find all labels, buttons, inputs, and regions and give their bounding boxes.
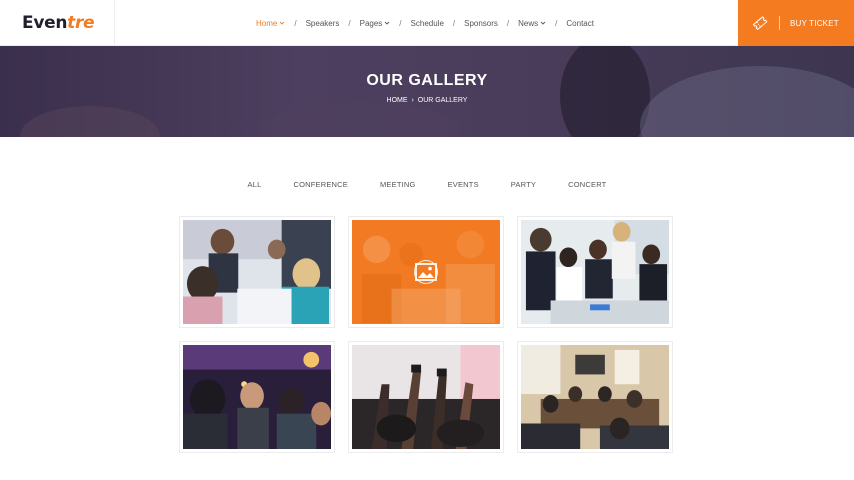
nav-pages-label: Pages bbox=[359, 18, 383, 28]
gallery-photo-hovered bbox=[352, 220, 500, 324]
logo-container[interactable]: Eventre bbox=[0, 0, 115, 46]
chevron-down-icon bbox=[279, 20, 285, 26]
chevron-down-icon bbox=[540, 20, 546, 26]
nav-contact[interactable]: Contact bbox=[566, 19, 594, 28]
nav-home-label: Home bbox=[256, 18, 278, 28]
breadcrumb: HOME › OUR GALLERY bbox=[0, 97, 854, 104]
banner-bg-shape bbox=[260, 101, 460, 137]
filter-concert[interactable]: CONCERT bbox=[568, 180, 606, 189]
nav-schedule-label: Schedule bbox=[410, 18, 444, 28]
nav-separator: / bbox=[506, 18, 510, 28]
filter-all[interactable]: ALL bbox=[248, 180, 262, 189]
nav-home[interactable]: Home bbox=[256, 19, 285, 28]
filter-meeting[interactable]: MEETING bbox=[380, 180, 416, 189]
image-icon[interactable] bbox=[414, 260, 438, 284]
breadcrumb-current: OUR GALLERY bbox=[417, 97, 468, 104]
gallery-item[interactable] bbox=[348, 341, 504, 453]
page-title: OUR GALLERY bbox=[366, 72, 488, 89]
buy-ticket-button[interactable]: BUY TICKET bbox=[738, 0, 854, 46]
nav-sponsors[interactable]: Sponsors bbox=[464, 19, 498, 28]
nav-news-label: News bbox=[518, 18, 539, 28]
breadcrumb-home[interactable]: HOME bbox=[387, 97, 408, 104]
concert-photo bbox=[352, 345, 500, 449]
site-header: Eventre Home / Speakers / Pages / Schedu… bbox=[0, 0, 854, 46]
nav-pages[interactable]: Pages bbox=[360, 19, 391, 28]
page-banner: OUR GALLERY HOME › OUR GALLERY bbox=[0, 46, 854, 137]
gallery-item[interactable] bbox=[179, 216, 335, 328]
chevron-down-icon bbox=[384, 20, 390, 26]
filter-conference[interactable]: CONFERENCE bbox=[293, 180, 348, 189]
nav-schedule[interactable]: Schedule bbox=[411, 19, 444, 28]
logo[interactable]: Eventre bbox=[22, 13, 95, 33]
party-photo bbox=[183, 345, 331, 449]
gallery-item[interactable] bbox=[517, 216, 673, 328]
gallery-item[interactable] bbox=[179, 341, 335, 453]
meeting-photo bbox=[521, 220, 669, 324]
nav-separator: / bbox=[399, 18, 402, 28]
gallery-filters: ALL CONFERENCE MEETING EVENTS PARTY CONC… bbox=[0, 180, 854, 189]
main-nav: Home / Speakers / Pages / Schedule / Spo… bbox=[256, 0, 594, 46]
nav-news[interactable]: News bbox=[518, 19, 546, 28]
breadcrumb-separator: › bbox=[411, 97, 414, 104]
banner-bg-shape bbox=[20, 106, 160, 137]
nav-separator: / bbox=[452, 18, 456, 28]
conference-photo bbox=[183, 220, 331, 324]
nav-separator: / bbox=[555, 18, 558, 28]
logo-accent: tre bbox=[67, 13, 95, 33]
filter-events[interactable]: EVENTS bbox=[448, 180, 479, 189]
logo-main: Even bbox=[22, 13, 68, 33]
nav-sponsors-label: Sponsors bbox=[464, 18, 498, 28]
nav-contact-label: Contact bbox=[566, 18, 594, 28]
nav-separator: / bbox=[348, 18, 351, 28]
filter-party[interactable]: PARTY bbox=[511, 180, 536, 189]
button-divider bbox=[779, 16, 780, 30]
gallery-item[interactable] bbox=[348, 216, 504, 328]
seminar-photo bbox=[521, 345, 669, 449]
banner-bg-shape bbox=[560, 46, 650, 137]
ticket-icon bbox=[752, 15, 768, 31]
nav-separator: / bbox=[294, 18, 297, 28]
nav-speakers-label: Speakers bbox=[305, 18, 340, 28]
buy-ticket-label: BUY TICKET bbox=[790, 18, 839, 28]
gallery-item[interactable] bbox=[517, 341, 673, 453]
nav-speakers[interactable]: Speakers bbox=[306, 19, 340, 28]
